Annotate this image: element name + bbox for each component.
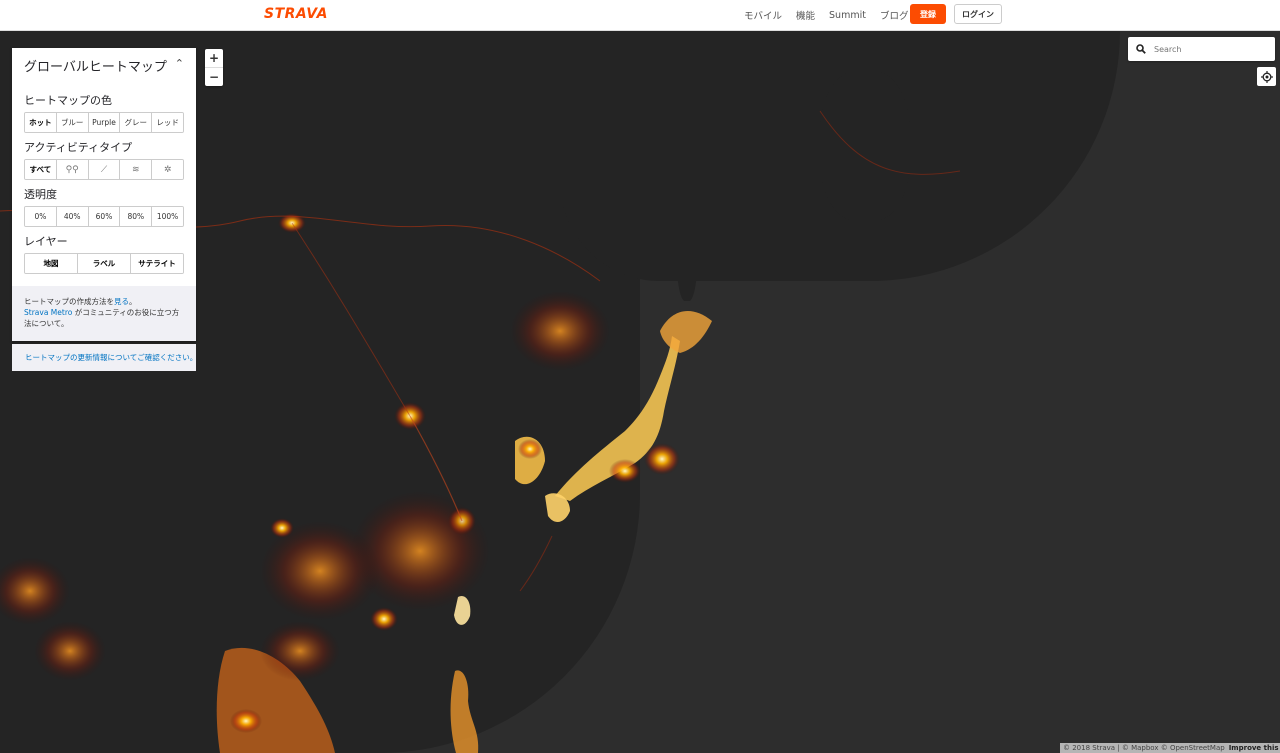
layer-section-label: レイヤー bbox=[24, 235, 68, 248]
panel-footer: ヒートマップの作成方法を見る。 Strava Metro がコミュニティのお役に… bbox=[12, 286, 196, 341]
how-it-works-link[interactable]: 見る bbox=[114, 297, 129, 306]
activity-option-winter[interactable]: ✲ bbox=[152, 160, 183, 179]
locate-button[interactable] bbox=[1257, 67, 1276, 86]
strava-metro-link[interactable]: Strava Metro bbox=[24, 308, 72, 317]
philippines bbox=[450, 670, 479, 753]
opacity-option-40[interactable]: 40% bbox=[56, 207, 89, 226]
activity-section-label: アクティビティタイプ bbox=[24, 141, 133, 154]
tokyo-glow bbox=[644, 443, 680, 475]
vietnam-glow bbox=[260, 621, 340, 681]
map-search-box bbox=[1128, 37, 1275, 61]
india-glow-2 bbox=[34, 621, 106, 681]
panel-header[interactable]: グローバルヒートマップ ⌃ bbox=[12, 48, 196, 78]
search-icon bbox=[1136, 44, 1146, 54]
hongkong-glow bbox=[370, 607, 398, 631]
activity-options: すべて ⚲⚲ ⟋ ≋ ✲ bbox=[24, 159, 184, 180]
top-navigation-bar: STRAVA モバイル 機能 Summit ブログ 登録 ログイン bbox=[0, 0, 1280, 31]
zoom-in-button[interactable]: + bbox=[205, 49, 223, 68]
china-central-glow bbox=[260, 521, 380, 621]
improve-map-link[interactable]: Improve this map bbox=[1229, 744, 1280, 752]
locate-icon bbox=[1260, 70, 1273, 83]
nav-link-mobile[interactable]: モバイル bbox=[744, 8, 782, 22]
opacity-option-100[interactable]: 100% bbox=[152, 207, 183, 226]
color-section-label: ヒートマップの色 bbox=[24, 94, 112, 107]
layer-option-satellite[interactable]: サテライト bbox=[131, 254, 183, 273]
layer-option-map[interactable]: 地図 bbox=[25, 254, 78, 273]
activity-option-ride[interactable]: ⚲⚲ bbox=[56, 160, 89, 179]
route-north-china bbox=[291, 222, 411, 417]
nav-link-blog[interactable]: ブログ bbox=[880, 8, 909, 22]
color-option-red[interactable]: レッド bbox=[152, 113, 183, 132]
india-glow-1 bbox=[0, 557, 70, 625]
route-kamchatka bbox=[819, 110, 961, 175]
opacity-section-label: 透明度 bbox=[24, 188, 57, 201]
zoom-control: + − bbox=[205, 49, 223, 86]
search-input[interactable] bbox=[1152, 43, 1266, 55]
run-icon: ⟋ bbox=[100, 164, 108, 175]
strava-logo[interactable]: STRAVA bbox=[264, 6, 328, 22]
activity-option-all[interactable]: すべて bbox=[25, 160, 57, 179]
footer-text-suffix: 。 bbox=[129, 297, 137, 306]
heatmap-update-link[interactable]: ヒートマップの更新情報についてご確認ください。 bbox=[12, 352, 197, 363]
map-attribution: © 2018 Strava | © Mapbox © OpenStreetMap… bbox=[1060, 743, 1280, 753]
signup-button[interactable]: 登録 bbox=[910, 4, 946, 24]
seoul-glow bbox=[518, 439, 542, 459]
layer-options: 地図 ラベル サテライト bbox=[24, 253, 184, 274]
color-options: ホット ブルー Purple グレー レッド bbox=[24, 112, 184, 133]
login-button[interactable]: ログイン bbox=[954, 4, 1002, 24]
japan-hokkaido bbox=[660, 310, 712, 353]
opacity-options: 0% 40% 60% 80% 100% bbox=[24, 206, 184, 227]
bike-icon: ⚲⚲ bbox=[65, 164, 79, 175]
color-option-blue[interactable]: ブルー bbox=[56, 113, 89, 132]
footer-text-prefix: ヒートマップの作成方法を bbox=[24, 297, 114, 306]
activity-option-run[interactable]: ⟋ bbox=[88, 160, 121, 179]
nav-link-features[interactable]: 機能 bbox=[796, 8, 815, 22]
manchuria-glow bbox=[510, 291, 610, 371]
bangkok-glow bbox=[230, 709, 262, 733]
panel-title: グローバルヒートマップ bbox=[24, 60, 167, 75]
snow-icon: ✲ bbox=[163, 164, 172, 175]
color-option-hot[interactable]: ホット bbox=[25, 113, 57, 132]
water-icon: ≋ bbox=[132, 164, 140, 175]
heatmap-update-notice: ヒートマップの更新情報についてご確認ください。 bbox=[12, 344, 197, 371]
color-option-purple[interactable]: Purple bbox=[88, 113, 121, 132]
heatmap-control-panel: グローバルヒートマップ ⌃ ヒートマップの色 ホット ブルー Purple グレ… bbox=[12, 48, 196, 341]
opacity-option-80[interactable]: 80% bbox=[120, 207, 153, 226]
collapse-chevron-icon[interactable]: ⌃ bbox=[175, 57, 184, 70]
route-ryukyu bbox=[519, 535, 553, 592]
color-option-gray[interactable]: グレー bbox=[120, 113, 153, 132]
opacity-option-0[interactable]: 0% bbox=[25, 207, 57, 226]
activity-option-water[interactable]: ≋ bbox=[120, 160, 153, 179]
osaka-glow bbox=[609, 459, 641, 483]
nav-link-summit[interactable]: Summit bbox=[829, 10, 866, 21]
layer-option-labels[interactable]: ラベル bbox=[78, 254, 131, 273]
zoom-out-button[interactable]: − bbox=[205, 68, 223, 86]
opacity-option-60[interactable]: 60% bbox=[88, 207, 121, 226]
nav-links: モバイル 機能 Summit ブログ bbox=[744, 0, 922, 30]
attribution-text: © 2018 Strava | © Mapbox © OpenStreetMap bbox=[1063, 744, 1225, 752]
